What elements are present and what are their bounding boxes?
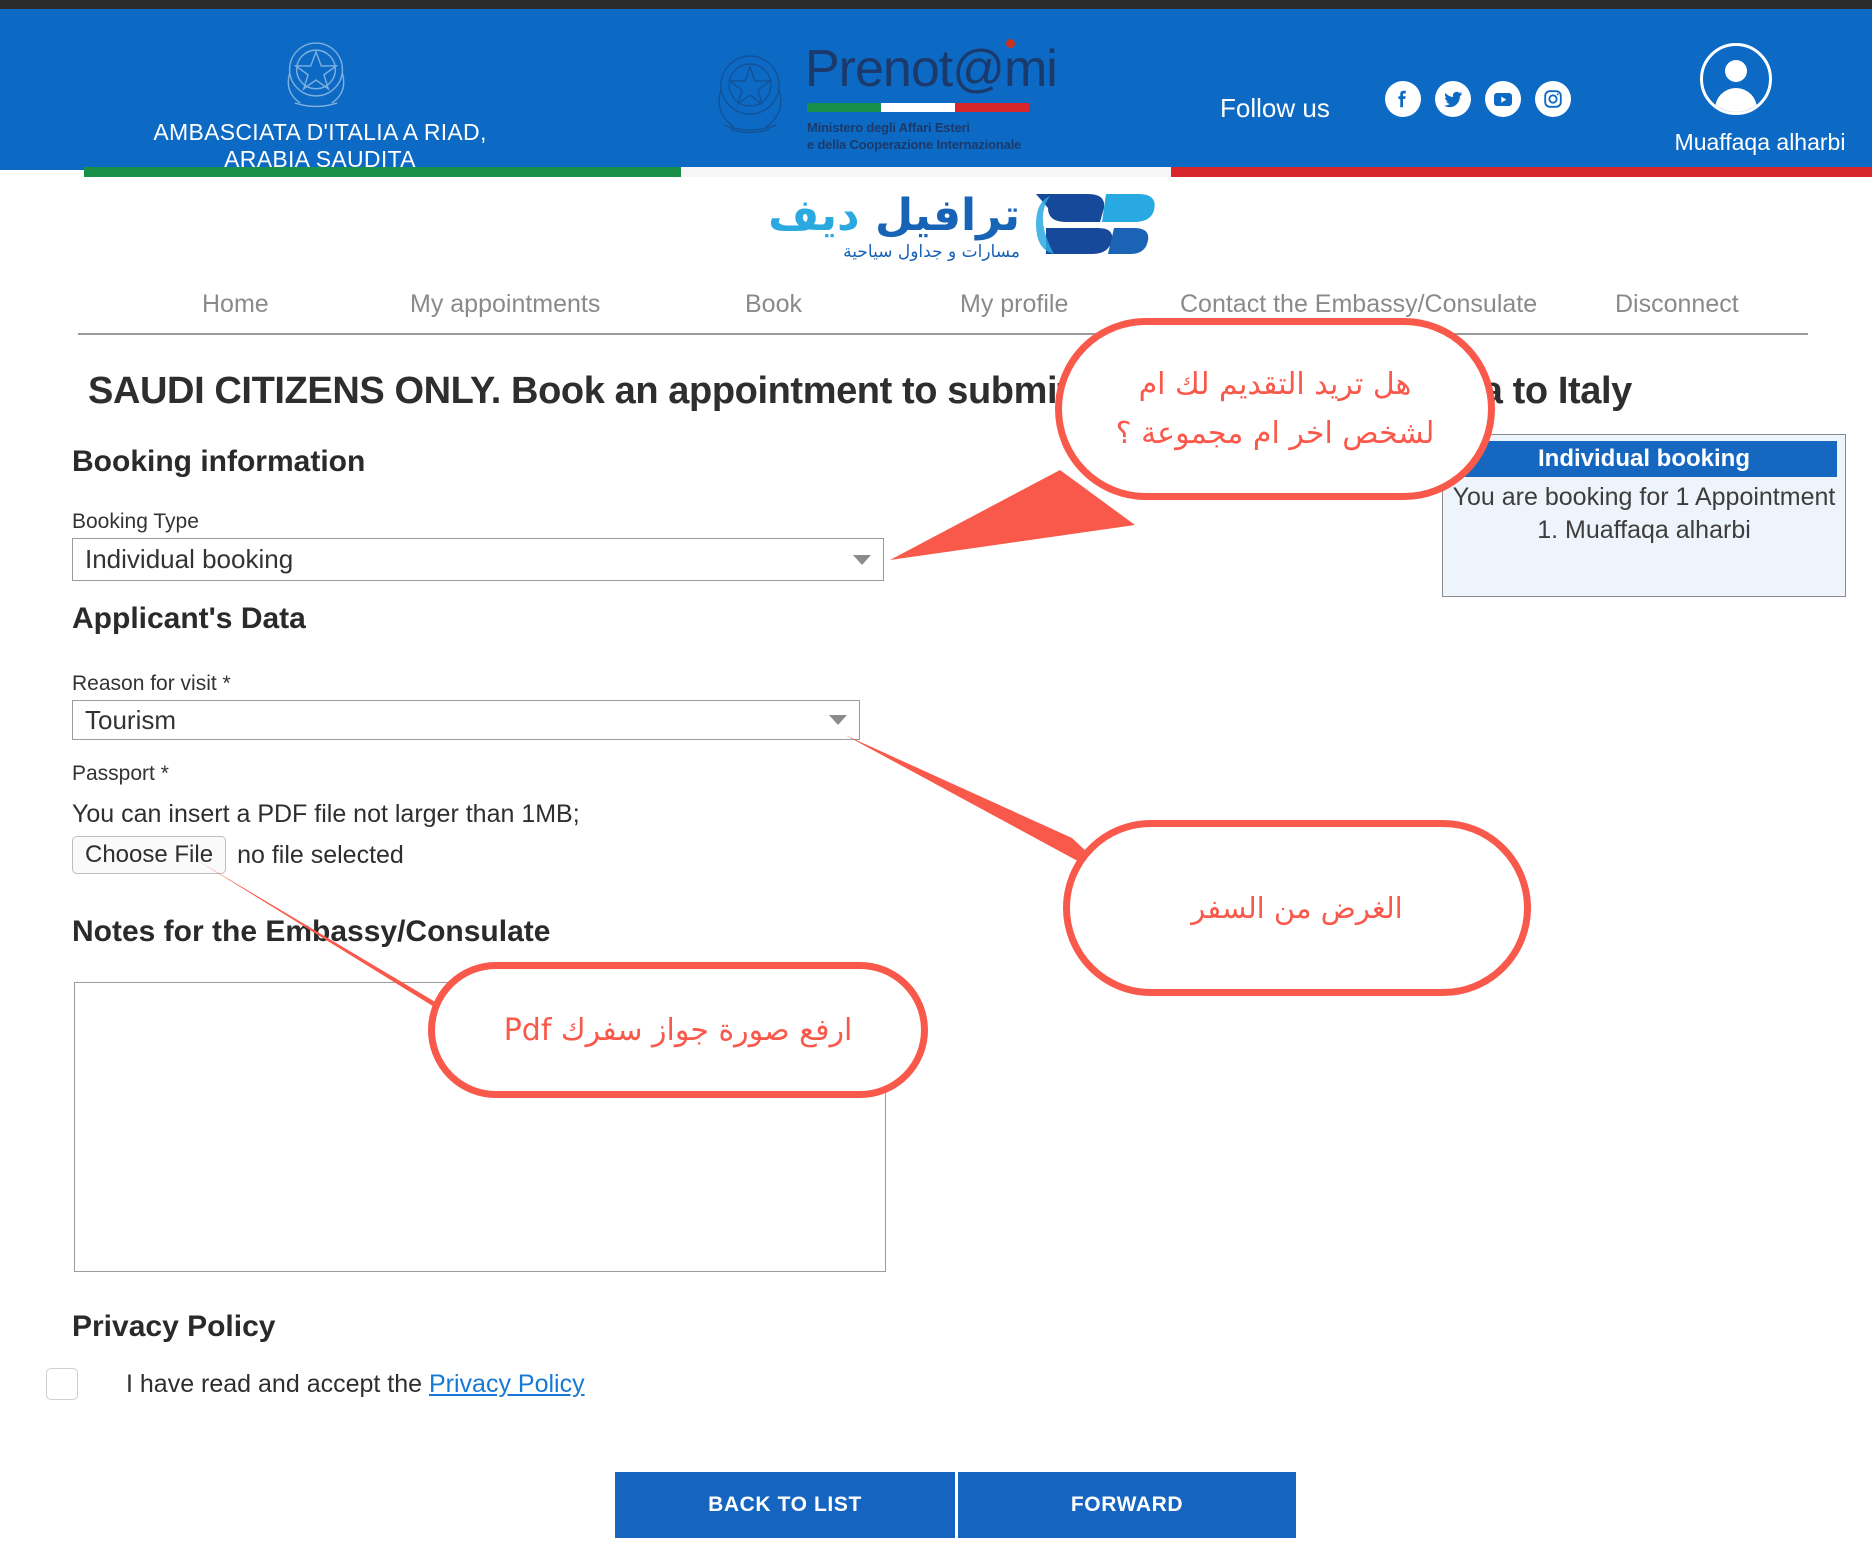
nav-item-my-appointments[interactable]: My appointments bbox=[410, 290, 600, 319]
follow-us-label: Follow us bbox=[1220, 93, 1330, 123]
agency-logo-subtitle: مسارات و جداول سياحية bbox=[843, 242, 1020, 262]
file-status-text: no file selected bbox=[237, 840, 404, 869]
forward-button[interactable]: FORWARD bbox=[958, 1472, 1296, 1538]
ministry-emblem-icon bbox=[700, 37, 800, 147]
reason-for-visit-value: Tourism bbox=[85, 704, 177, 735]
applicants-data-heading: Applicant's Data bbox=[72, 602, 306, 635]
booking-summary-panel: Individual booking You are booking for 1… bbox=[1442, 434, 1846, 597]
annotation-callout-reason: الغرض من السفر bbox=[1063, 820, 1531, 996]
privacy-policy-link[interactable]: Privacy Policy bbox=[429, 1370, 585, 1398]
main-navigation: Home My appointments Book My profile Con… bbox=[80, 290, 1805, 332]
passport-hint: You can insert a PDF file not larger tha… bbox=[72, 800, 580, 828]
annotation-callout-booking-type: هل تريد التقديم لك ام لشخص اخر ام مجموعة… bbox=[1055, 318, 1495, 500]
ministry-name: Ministero degli Affari Esteri e della Co… bbox=[807, 119, 1067, 153]
instagram-icon[interactable] bbox=[1535, 81, 1571, 117]
twitter-icon[interactable] bbox=[1435, 81, 1471, 117]
social-links bbox=[1385, 81, 1571, 117]
nav-item-home[interactable]: Home bbox=[202, 290, 269, 319]
user-name: Muaffaqa alharbi bbox=[1674, 129, 1846, 155]
nav-divider bbox=[78, 333, 1808, 335]
agency-logo-title-strong: ترافيل bbox=[874, 190, 1020, 241]
user-menu[interactable]: Muaffaqa alharbi bbox=[1675, 43, 1872, 155]
agency-logo: ترافيل ديف مسارات و جداول سياحية bbox=[760, 190, 1160, 268]
italian-republic-emblem-icon bbox=[272, 29, 360, 117]
embassy-name-line1: AMBASCIATA D'ITALIA A RIAD, bbox=[153, 119, 487, 145]
notes-heading: Notes for the Embassy/Consulate bbox=[72, 915, 551, 948]
youtube-icon[interactable] bbox=[1485, 81, 1521, 117]
reason-for-visit-select[interactable]: Tourism bbox=[72, 700, 860, 740]
nav-item-my-profile[interactable]: My profile bbox=[960, 290, 1068, 319]
page-root: AMBASCIATA D'ITALIA A RIAD, ARABIA SAUDI… bbox=[0, 0, 1872, 1562]
italian-flag-strip bbox=[84, 167, 1872, 177]
prenotami-accent-dot bbox=[1006, 39, 1015, 48]
form-actions: BACK TO LIST FORWARD bbox=[615, 1472, 1296, 1538]
back-to-list-button[interactable]: BACK TO LIST bbox=[615, 1472, 955, 1538]
ministry-line2: e della Cooperazione Internazionale bbox=[807, 137, 1022, 152]
choose-file-button[interactable]: Choose File bbox=[72, 836, 227, 874]
nav-item-book[interactable]: Book bbox=[745, 290, 802, 319]
booking-type-select[interactable]: Individual booking bbox=[72, 538, 884, 581]
booking-summary-line1: You are booking for 1 Appointment bbox=[1452, 483, 1836, 511]
booking-type-value: Individual booking bbox=[85, 544, 294, 574]
agency-logo-title-light: ديف bbox=[768, 190, 860, 241]
passport-label: Passport * bbox=[72, 762, 169, 785]
reason-for-visit-label: Reason for visit * bbox=[72, 672, 231, 695]
page-title: SAUDI CITIZENS ONLY. Book an appointment… bbox=[88, 370, 1632, 412]
embassy-name: AMBASCIATA D'ITALIA A RIAD, ARABIA SAUDI… bbox=[60, 119, 580, 173]
privacy-policy-text-label: I have read and accept the bbox=[126, 1369, 423, 1398]
avatar[interactable] bbox=[1700, 43, 1772, 115]
chevron-down-icon bbox=[829, 715, 847, 725]
top-dark-strip bbox=[0, 0, 1872, 9]
nav-item-contact-embassy[interactable]: Contact the Embassy/Consulate bbox=[1180, 290, 1537, 319]
nav-item-disconnect[interactable]: Disconnect bbox=[1615, 290, 1739, 319]
italian-flag-strip-small bbox=[807, 103, 1029, 112]
site-header: AMBASCIATA D'ITALIA A RIAD, ARABIA SAUDI… bbox=[0, 9, 1872, 173]
prenotami-logo[interactable]: Prenot@mi Ministero degli Affari Esteri … bbox=[700, 29, 1060, 154]
facebook-icon[interactable] bbox=[1385, 81, 1421, 117]
booking-summary-title: Individual booking bbox=[1451, 441, 1837, 477]
booking-summary-line2: 1. Muaffaqa alharbi bbox=[1537, 516, 1751, 544]
agency-logo-title: ترافيل ديف bbox=[768, 190, 1020, 241]
prenotami-wordmark: Prenot@mi bbox=[805, 40, 1058, 98]
privacy-policy-text: I have read and accept the Privacy Polic… bbox=[126, 1370, 585, 1399]
ministry-line1: Ministero degli Affari Esteri bbox=[807, 120, 970, 135]
privacy-policy-row: I have read and accept the Privacy Polic… bbox=[46, 1368, 585, 1400]
agency-logo-mark-icon bbox=[1028, 188, 1160, 260]
privacy-policy-checkbox[interactable] bbox=[46, 1368, 78, 1400]
booking-type-label: Booking Type bbox=[72, 510, 199, 533]
chevron-down-icon bbox=[853, 554, 871, 565]
annotation-callout-passport: ارفع صورة جواز سفرك Pdf bbox=[428, 962, 928, 1098]
privacy-policy-heading: Privacy Policy bbox=[72, 1310, 276, 1343]
booking-information-heading: Booking information bbox=[72, 445, 366, 478]
passport-file-input[interactable]: Choose File no file selected bbox=[72, 836, 404, 874]
